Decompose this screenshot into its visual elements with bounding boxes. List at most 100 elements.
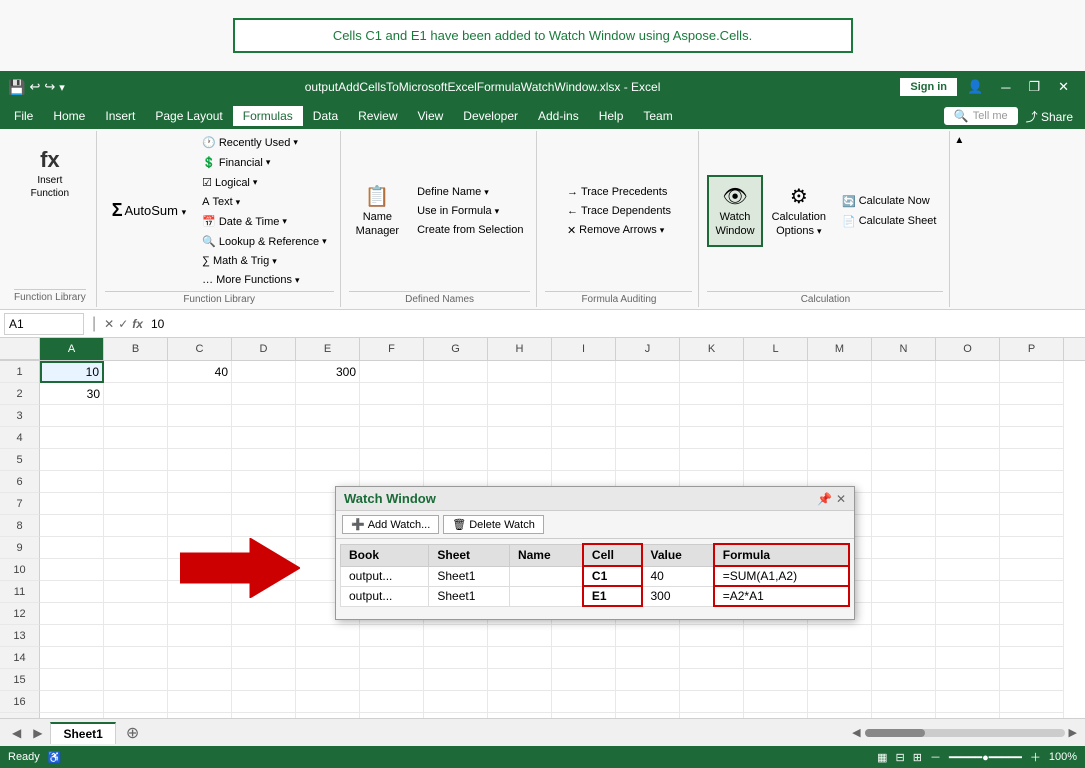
cell-G14[interactable] bbox=[424, 647, 488, 669]
cell-K17[interactable] bbox=[680, 713, 744, 718]
menu-home[interactable]: Home bbox=[43, 106, 95, 126]
financial-button[interactable]: 💲 Financial ▾ bbox=[195, 153, 334, 172]
cell-P11[interactable] bbox=[1000, 581, 1064, 603]
cell-E17[interactable] bbox=[296, 713, 360, 718]
cell-F13[interactable] bbox=[360, 625, 424, 647]
cell-D6[interactable] bbox=[232, 471, 296, 493]
cell-D2[interactable] bbox=[232, 383, 296, 405]
cell-P15[interactable] bbox=[1000, 669, 1064, 691]
cell-I3[interactable] bbox=[552, 405, 616, 427]
confirm-formula-icon[interactable]: ✓ bbox=[118, 317, 128, 331]
cell-J17[interactable] bbox=[616, 713, 680, 718]
col-header-N[interactable]: N bbox=[872, 338, 936, 360]
use-in-formula-button[interactable]: Use in Formula ▾ bbox=[410, 202, 530, 220]
cell-A11[interactable] bbox=[40, 581, 104, 603]
cell-D15[interactable] bbox=[232, 669, 296, 691]
cell-I14[interactable] bbox=[552, 647, 616, 669]
cell-H2[interactable] bbox=[488, 383, 552, 405]
cell-C6[interactable] bbox=[168, 471, 232, 493]
restore-button[interactable]: ❐ bbox=[1020, 77, 1048, 97]
cell-M1[interactable] bbox=[808, 361, 872, 383]
cell-P9[interactable] bbox=[1000, 537, 1064, 559]
cell-C12[interactable] bbox=[168, 603, 232, 625]
cell-M3[interactable] bbox=[808, 405, 872, 427]
watch-row-1[interactable]: output... Sheet1 C1 40 =SUM(A1,A2) bbox=[341, 566, 850, 586]
cell-L17[interactable] bbox=[744, 713, 808, 718]
col-header-D[interactable]: D bbox=[232, 338, 296, 360]
cell-G13[interactable] bbox=[424, 625, 488, 647]
cell-B14[interactable] bbox=[104, 647, 168, 669]
menu-data[interactable]: Data bbox=[303, 106, 348, 126]
add-sheet-button[interactable]: ⊕ bbox=[120, 721, 145, 745]
name-box[interactable] bbox=[4, 313, 84, 335]
cell-N17[interactable] bbox=[872, 713, 936, 718]
cell-L15[interactable] bbox=[744, 669, 808, 691]
cell-P7[interactable] bbox=[1000, 493, 1064, 515]
tell-me-input[interactable]: Tell me bbox=[973, 110, 1008, 122]
cell-B8[interactable] bbox=[104, 515, 168, 537]
cell-N3[interactable] bbox=[872, 405, 936, 427]
cell-H16[interactable] bbox=[488, 691, 552, 713]
zoom-slider[interactable]: ━━━━━●━━━━━ bbox=[949, 751, 1022, 764]
cell-D1[interactable] bbox=[232, 361, 296, 383]
cell-J5[interactable] bbox=[616, 449, 680, 471]
cell-O2[interactable] bbox=[936, 383, 1000, 405]
cell-B13[interactable] bbox=[104, 625, 168, 647]
cell-E5[interactable] bbox=[296, 449, 360, 471]
cell-L16[interactable] bbox=[744, 691, 808, 713]
cell-A12[interactable] bbox=[40, 603, 104, 625]
watch-window-close-button[interactable]: ✕ bbox=[836, 492, 846, 506]
date-time-button[interactable]: 📅 Date & Time ▾ bbox=[195, 212, 334, 231]
cell-D13[interactable] bbox=[232, 625, 296, 647]
cell-F4[interactable] bbox=[360, 427, 424, 449]
cell-A9[interactable] bbox=[40, 537, 104, 559]
normal-view-icon[interactable]: ▦ bbox=[877, 751, 887, 764]
cell-L14[interactable] bbox=[744, 647, 808, 669]
cell-P10[interactable] bbox=[1000, 559, 1064, 581]
add-watch-button[interactable]: ➕ Add Watch... bbox=[342, 515, 439, 534]
cell-O14[interactable] bbox=[936, 647, 1000, 669]
cell-K14[interactable] bbox=[680, 647, 744, 669]
menu-page-layout[interactable]: Page Layout bbox=[145, 106, 232, 126]
cell-A13[interactable] bbox=[40, 625, 104, 647]
menu-review[interactable]: Review bbox=[348, 106, 407, 126]
watch-row-2[interactable]: output... Sheet1 E1 300 =A2*A1 bbox=[341, 586, 850, 606]
cell-A2[interactable]: 30 bbox=[40, 383, 104, 405]
cell-O7[interactable] bbox=[936, 493, 1000, 515]
cell-K5[interactable] bbox=[680, 449, 744, 471]
cancel-formula-icon[interactable]: ✕ bbox=[104, 317, 114, 331]
cell-I5[interactable] bbox=[552, 449, 616, 471]
col-header-H[interactable]: H bbox=[488, 338, 552, 360]
cell-B11[interactable] bbox=[104, 581, 168, 603]
fx-formula-icon[interactable]: fx bbox=[132, 317, 143, 331]
cell-P4[interactable] bbox=[1000, 427, 1064, 449]
select-all-corner[interactable] bbox=[0, 338, 40, 360]
cell-K1[interactable] bbox=[680, 361, 744, 383]
cell-H5[interactable] bbox=[488, 449, 552, 471]
cell-M14[interactable] bbox=[808, 647, 872, 669]
cell-A16[interactable] bbox=[40, 691, 104, 713]
cell-O15[interactable] bbox=[936, 669, 1000, 691]
cell-C3[interactable] bbox=[168, 405, 232, 427]
cell-E14[interactable] bbox=[296, 647, 360, 669]
cell-I4[interactable] bbox=[552, 427, 616, 449]
col-header-C[interactable]: C bbox=[168, 338, 232, 360]
cell-M2[interactable] bbox=[808, 383, 872, 405]
calculate-sheet-button[interactable]: 📄 Calculate Sheet bbox=[835, 212, 943, 231]
cell-F15[interactable] bbox=[360, 669, 424, 691]
menu-view[interactable]: View bbox=[408, 106, 454, 126]
cell-D8[interactable] bbox=[232, 515, 296, 537]
cell-L1[interactable] bbox=[744, 361, 808, 383]
cell-A6[interactable] bbox=[40, 471, 104, 493]
cell-M17[interactable] bbox=[808, 713, 872, 718]
cell-O5[interactable] bbox=[936, 449, 1000, 471]
cell-H1[interactable] bbox=[488, 361, 552, 383]
redo-icon[interactable]: ↪ bbox=[44, 79, 55, 95]
cell-P14[interactable] bbox=[1000, 647, 1064, 669]
scroll-left-icon[interactable]: ◀ bbox=[852, 726, 860, 739]
cell-B15[interactable] bbox=[104, 669, 168, 691]
zoom-out-icon[interactable]: － bbox=[930, 749, 941, 765]
cell-G3[interactable] bbox=[424, 405, 488, 427]
cell-D4[interactable] bbox=[232, 427, 296, 449]
formula-input[interactable] bbox=[147, 317, 1081, 331]
